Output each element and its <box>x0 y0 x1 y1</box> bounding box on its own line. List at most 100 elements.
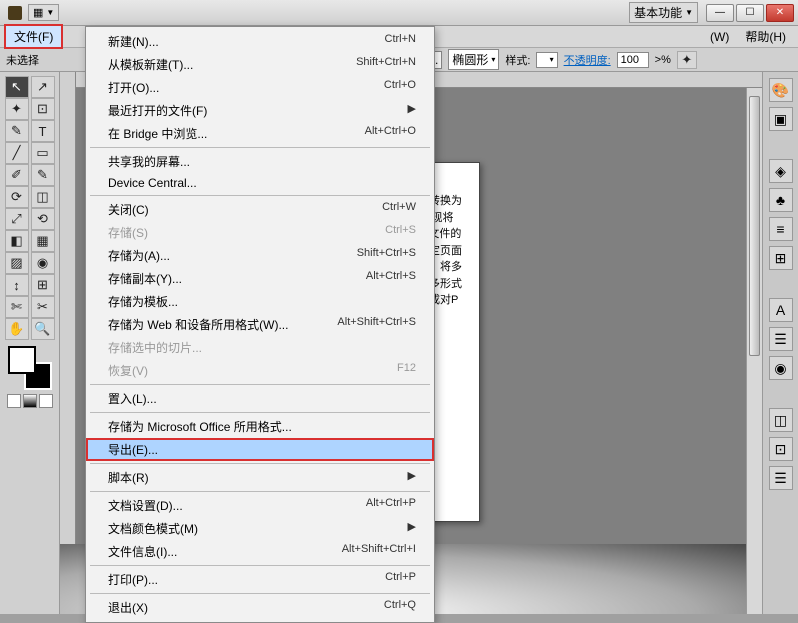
none-mode[interactable] <box>39 394 53 408</box>
knife-tool[interactable]: ✂ <box>31 296 55 318</box>
mesh-tool[interactable]: ▨ <box>5 252 29 274</box>
fill-swatch[interactable] <box>8 346 36 374</box>
menu-item[interactable]: 从模板新建(T)... Shift+Ctrl+N <box>86 53 434 76</box>
pencil-tool[interactable]: ✎ <box>31 164 55 186</box>
close-button[interactable]: ✕ <box>766 4 794 22</box>
menu-item: 恢复(V)F12 <box>86 359 434 382</box>
chevron-down-icon: ▾ <box>550 55 554 64</box>
type-tool[interactable]: T <box>31 120 55 142</box>
reflect-tool[interactable]: ◫ <box>31 186 55 208</box>
style-combo[interactable]: ▾ <box>536 52 557 68</box>
menu-file[interactable]: 文件(F) <box>4 24 63 49</box>
menu-item[interactable]: 文档设置(D)...Alt+Ctrl+P <box>86 494 434 517</box>
menu-item-shortcut: Ctrl+P <box>385 571 416 588</box>
opacity-input[interactable]: 100 <box>617 52 649 68</box>
menu-item[interactable]: 存储为 Web 和设备所用格式(W)...Alt+Shift+Ctrl+S <box>86 313 434 336</box>
menu-item[interactable]: 存储为 Microsoft Office 所用格式... <box>86 415 434 438</box>
menu-item[interactable]: 存储为(A)...Shift+Ctrl+S <box>86 244 434 267</box>
workspace-label: 基本功能 <box>634 4 682 21</box>
menu-item-label: 退出(X) <box>108 599 148 616</box>
lasso-tool[interactable]: ⊡ <box>31 98 55 120</box>
stroke-panel-icon[interactable]: ⊞ <box>769 246 793 270</box>
profile-combo[interactable]: 椭圆形 ▾ <box>448 49 499 70</box>
menu-item-shortcut: F12 <box>397 362 416 379</box>
opacity-more-icon[interactable]: ✦ <box>677 51 697 69</box>
hand-tool[interactable]: ✋ <box>5 318 29 340</box>
scissors-tool[interactable]: ✄ <box>5 296 29 318</box>
menu-item[interactable]: 共享我的屏幕... <box>86 150 434 173</box>
menu-separator <box>90 195 430 196</box>
menu-item-label: 从模板新建(T)... <box>108 56 193 73</box>
direct-selection-tool[interactable]: ↗ <box>31 76 55 98</box>
appearance-panel-icon[interactable]: ◉ <box>769 356 793 380</box>
scrollbar-thumb[interactable] <box>749 96 760 356</box>
menu-item[interactable]: 在 Bridge 中浏览...Alt+Ctrl+O <box>86 122 434 145</box>
gradient-mode[interactable] <box>23 394 37 408</box>
maximize-button[interactable]: ☐ <box>736 4 764 22</box>
menu-item-shortcut: Shift+Ctrl+N <box>356 56 416 73</box>
shape-builder-tool[interactable]: ▦ <box>31 230 55 252</box>
menu-item-label: 存储(S) <box>108 224 148 241</box>
line-tool[interactable]: ╱ <box>5 142 29 164</box>
menu-separator <box>90 147 430 148</box>
pen-tool[interactable]: ✎ <box>5 120 29 142</box>
character-panel-icon[interactable]: A <box>769 298 793 322</box>
free-transform-tool[interactable]: ⟲ <box>31 208 55 230</box>
menu-item[interactable]: 存储副本(Y)...Alt+Ctrl+S <box>86 267 434 290</box>
menu-item-shortcut: Ctrl+Q <box>384 599 416 616</box>
menu-item[interactable]: 退出(X) Ctrl+Q <box>86 596 434 619</box>
color-mode[interactable] <box>7 394 21 408</box>
menu-item[interactable]: 打印(P)...Ctrl+P <box>86 568 434 591</box>
magic-wand-tool[interactable]: ✦ <box>5 98 29 120</box>
doc-layout-dropdown[interactable]: ▦ ▼ <box>28 4 59 21</box>
menu-item-shortcut: Alt+Shift+Ctrl+S <box>337 316 416 333</box>
zoom-tool[interactable]: 🔍 <box>31 318 55 340</box>
selection-tool[interactable]: ↖ <box>5 76 29 98</box>
menu-help[interactable]: 帮助(H) <box>737 26 794 47</box>
workspace-switcher[interactable]: 基本功能 ▼ <box>629 2 698 23</box>
menu-item[interactable]: 文档颜色模式(M)▶ <box>86 517 434 540</box>
gradient-tool[interactable]: ◉ <box>31 252 55 274</box>
rotate-tool[interactable]: ⟳ <box>5 186 29 208</box>
opacity-label[interactable]: 不透明度: <box>564 52 611 68</box>
menu-item-label: 关闭(C) <box>108 201 149 218</box>
layers-panel-icon[interactable]: ◫ <box>769 408 793 432</box>
menu-item[interactable]: 导出(E)... <box>86 438 434 461</box>
menu-item-shortcut: Ctrl+W <box>382 201 416 218</box>
artboards-panel-icon[interactable]: ⊡ <box>769 437 793 461</box>
scrollbar-vertical[interactable] <box>746 88 762 614</box>
color-guide-panel-icon[interactable]: ▣ <box>769 107 793 131</box>
menu-item[interactable]: 文件信息(I)...Alt+Shift+Ctrl+I <box>86 540 434 563</box>
brushes-panel-icon[interactable]: ≡ <box>769 217 793 241</box>
menu-item-shortcut: Ctrl+N <box>385 33 416 50</box>
menu-item[interactable]: 新建(N)...Ctrl+N <box>86 30 434 53</box>
menu-item[interactable]: 存储为模板... <box>86 290 434 313</box>
menu-item[interactable]: Device Central... <box>86 173 434 193</box>
color-swatches[interactable] <box>8 346 52 390</box>
color-panel-icon[interactable]: 🎨 <box>769 78 793 102</box>
menu-item-shortcut: ▶ <box>408 102 416 119</box>
scale-tool[interactable]: ⤢ <box>5 208 29 230</box>
menu-item[interactable]: 关闭(C) Ctrl+W <box>86 198 434 221</box>
blend-tool[interactable]: ⊞ <box>31 274 55 296</box>
menu-item-shortcut: ▶ <box>408 469 416 486</box>
menu-item-shortcut: ▶ <box>408 520 416 537</box>
menu-separator <box>90 463 430 464</box>
menu-item-shortcut: Ctrl+S <box>385 224 416 241</box>
menu-item[interactable]: 脚本(R)▶ <box>86 466 434 489</box>
toolbox: ↖↗ ✦⊡ ✎T ╱▭ ✐✎ ⟳◫ ⤢⟲ ◧▦ ▨◉ ↕⊞ ✄✂ ✋🔍 <box>0 72 60 614</box>
menu-separator <box>90 384 430 385</box>
width-tool[interactable]: ◧ <box>5 230 29 252</box>
paragraph-panel-icon[interactable]: ☰ <box>769 327 793 351</box>
paintbrush-tool[interactable]: ✐ <box>5 164 29 186</box>
swatches-panel-icon[interactable]: ◈ <box>769 159 793 183</box>
eyedropper-tool[interactable]: ↕ <box>5 274 29 296</box>
symbols-panel-icon[interactable]: ♣ <box>769 188 793 212</box>
menu-item[interactable]: 最近打开的文件(F)▶ <box>86 99 434 122</box>
minimize-button[interactable]: — <box>706 4 734 22</box>
menu-item[interactable]: 置入(L)... <box>86 387 434 410</box>
menu-item[interactable]: 打开(O)...Ctrl+O <box>86 76 434 99</box>
rectangle-tool[interactable]: ▭ <box>31 142 55 164</box>
menu-window[interactable]: (W) <box>702 28 737 46</box>
links-panel-icon[interactable]: ☰ <box>769 466 793 490</box>
